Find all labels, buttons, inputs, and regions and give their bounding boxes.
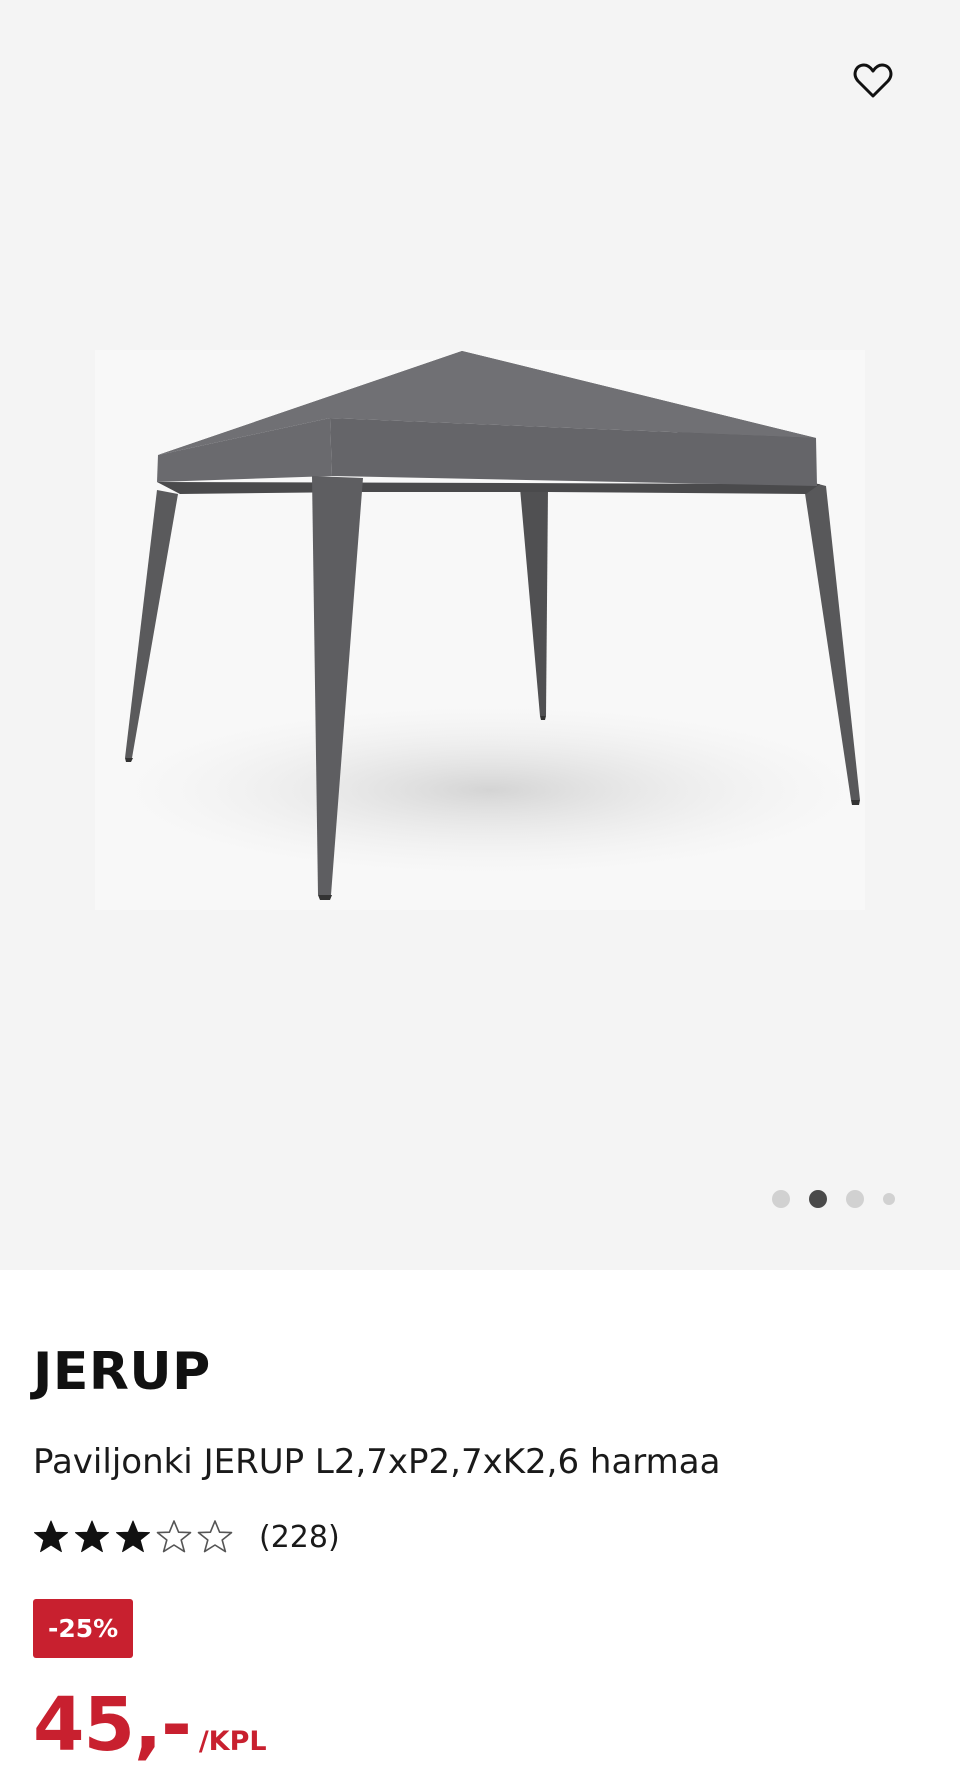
- star-filled-icon: [34, 1520, 68, 1553]
- heart-outline-icon: [853, 63, 893, 97]
- carousel-dot[interactable]: [883, 1193, 895, 1205]
- star-filled-icon: [75, 1520, 109, 1553]
- price-unit: /KPL: [198, 1726, 267, 1758]
- rating-row[interactable]: (228): [33, 1519, 960, 1555]
- favorite-button[interactable]: [845, 54, 901, 106]
- star-filled-icon: [116, 1520, 150, 1553]
- price-row: 45,- /KPL: [33, 1688, 960, 1762]
- star-empty-icon: [197, 1520, 233, 1553]
- carousel-dots: [772, 1190, 895, 1208]
- carousel-dot[interactable]: [772, 1190, 790, 1208]
- star-rating: [33, 1519, 233, 1555]
- price: 45,-: [33, 1682, 192, 1769]
- carousel-dot[interactable]: [846, 1190, 864, 1208]
- brand-name: JERUP: [33, 1342, 211, 1402]
- carousel-dot-active[interactable]: [809, 1190, 827, 1208]
- product-info: JERUP Paviljonki JERUP L2,7xP2,7xK2,6 ha…: [0, 1270, 960, 1762]
- review-count[interactable]: (228): [259, 1520, 340, 1555]
- discount-badge: -25%: [33, 1599, 134, 1659]
- product-image-gallery[interactable]: [0, 0, 960, 1270]
- product-title: Paviljonki JERUP L2,7xP2,7xK2,6 harmaa: [33, 1442, 721, 1482]
- star-empty-icon: [156, 1520, 192, 1553]
- product-image-gazebo[interactable]: [0, 0, 960, 1270]
